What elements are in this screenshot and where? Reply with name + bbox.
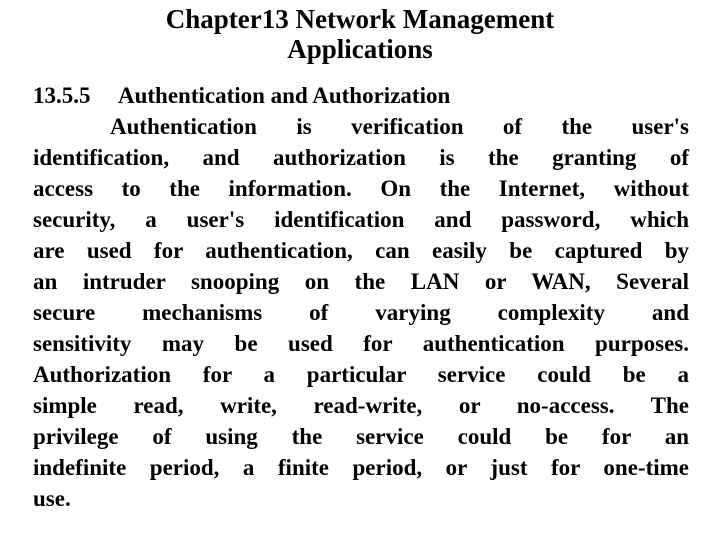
body-paragraph: Authentication is verification of the us… bbox=[33, 111, 689, 514]
body-line: are used for authentication, can easily … bbox=[33, 238, 689, 263]
body-line: sensitivity may be used for authenticati… bbox=[33, 331, 689, 356]
body-line: an intruder snooping on the LAN or WAN, … bbox=[33, 269, 689, 294]
slide-title-line-2: Applications bbox=[287, 34, 433, 64]
body-line: Authentication is verification of the us… bbox=[33, 111, 689, 142]
body-line: identification, and authorization is the… bbox=[33, 145, 689, 170]
body-line: security, a user's identification and pa… bbox=[33, 207, 689, 232]
slide-title: Chapter13 Network Management Application… bbox=[0, 4, 720, 64]
body-line: simple read, write, read-write, or no-ac… bbox=[33, 393, 689, 418]
body-line: use. bbox=[33, 486, 71, 511]
body-line-text: Authentication is verification of the us… bbox=[110, 114, 689, 139]
body-line: privilege of using the service could be … bbox=[33, 424, 689, 449]
slide-body: 13.5.5 Authentication and Authorization … bbox=[33, 80, 689, 514]
body-line: access to the information. On the Intern… bbox=[33, 176, 689, 201]
slide-title-line-1: Chapter13 Network Management bbox=[165, 4, 555, 34]
body-line: Authorization for a particular service c… bbox=[33, 362, 689, 387]
slide: Chapter13 Network Management Application… bbox=[0, 0, 720, 540]
body-line: indefinite period, a finite period, or j… bbox=[33, 455, 689, 480]
section-heading: 13.5.5 Authentication and Authorization bbox=[33, 83, 451, 108]
body-line: secure mechanisms of varying complexity … bbox=[33, 300, 689, 325]
